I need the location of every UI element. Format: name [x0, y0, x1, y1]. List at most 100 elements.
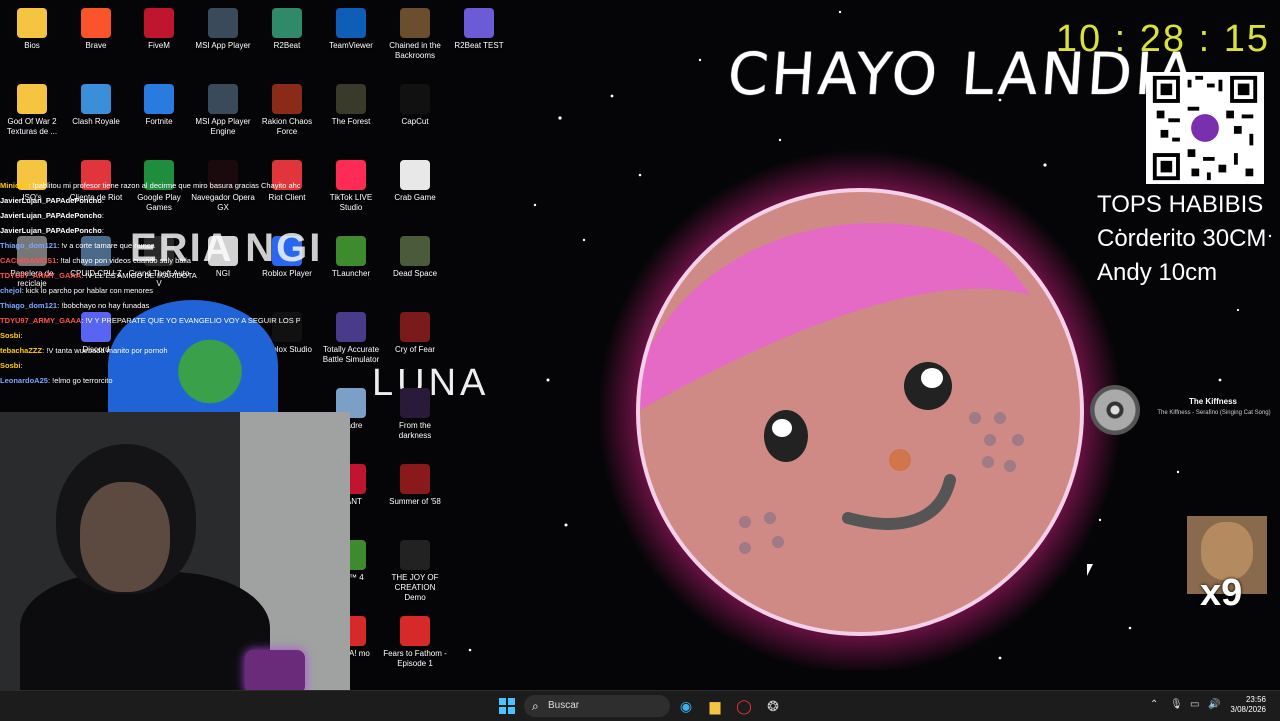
search-icon: ⌕ [532, 699, 539, 713]
chat-message: Thiago_dom121: !v a corte tamare que nun… [0, 238, 300, 253]
volume-icon[interactable]: 🔊 [1208, 699, 1220, 710]
app-icon [208, 84, 238, 114]
desktop-icon[interactable]: MSI App Player [191, 8, 255, 51]
chat-text: : !tal chayo pon videos cuando suly bail… [56, 256, 191, 265]
desktop-icon[interactable]: The Forest [319, 84, 383, 127]
app-icon [336, 160, 366, 190]
desktop-icon-label: Chained in the Backrooms [389, 41, 441, 60]
chat-username: Thiago_dom121 [0, 241, 58, 250]
now-playing-song: The Kiffness - Serafino (Singing Cat Son… [1157, 410, 1271, 416]
desktop-icon-label: THE JOY OF CREATION Demo [391, 573, 439, 602]
desktop-icon-label: TeamViewer [329, 41, 373, 50]
chat-username: chejol [0, 286, 22, 295]
app-icon [400, 236, 430, 266]
app-icon [144, 8, 174, 38]
desktop-icon[interactable]: God Of War 2 Texturas de ... [0, 84, 64, 137]
desktop-icon[interactable]: Summer of '58 [383, 464, 447, 507]
app-icon [336, 84, 366, 114]
microphone-tray-icon[interactable]: 🎙 [1170, 699, 1183, 710]
desktop-icon[interactable]: Fortnite [127, 84, 191, 127]
chat-username: JavierLujan_PAPAdePoncho [0, 211, 102, 220]
chat-message: CACHIGAMOS1: !tal chayo pon videos cuand… [0, 253, 300, 268]
desktop-icon[interactable]: Dead Space [383, 236, 447, 279]
opera-gx-icon[interactable]: ◯ [734, 696, 754, 716]
chat-text: : !elmo go terrorcito [47, 376, 113, 385]
display-icon[interactable]: ▭ [1190, 699, 1199, 710]
desktop-icon-label: Brave [85, 41, 107, 50]
chat-username: CACHIGAMOS1 [0, 256, 57, 265]
chat-text: : !V tanta wuebada manito por pornoh [42, 346, 168, 355]
desktop-icon[interactable]: Chained in the Backrooms [383, 8, 447, 61]
desktop-icon-label: Dead Space [392, 269, 438, 278]
vinyl-disc-icon [1090, 385, 1140, 435]
desktop-icon[interactable]: Fears to Fathom - Episode 1 [383, 616, 447, 669]
app-icon [208, 8, 238, 38]
desktop-icon[interactable]: FiveM [127, 8, 191, 51]
desktop-icon-label: Bios [24, 41, 40, 50]
desktop-icon-label: Fears to Fathom - Episode 1 [383, 649, 447, 668]
now-playing-widget: The Kiffness The Kiffness - Serafino (Si… [1086, 383, 1272, 437]
desktop-icon[interactable]: Bios [0, 8, 64, 51]
app-icon [400, 464, 430, 494]
chat-message: Sosbi: [0, 328, 300, 343]
desktop-icon-label: The Forest [331, 117, 371, 126]
desktop-icon-label: Totally Accurate Battle Simulator [322, 345, 380, 364]
app-icon [336, 8, 366, 38]
chat-text: : !V Y PREPARATE QUE YO EVANGELIO VOY A … [81, 316, 300, 325]
desktop-icon[interactable]: TLauncher [319, 236, 383, 279]
chat-text: : [101, 226, 104, 235]
taskbar-date: 3/08/2026 [1230, 705, 1266, 714]
desktop-icon[interactable]: MSI App Player Engine [191, 84, 255, 137]
chat-text: : [20, 331, 23, 340]
desktop-icon[interactable]: THE JOY OF CREATION Demo [383, 540, 447, 603]
app-icon [400, 616, 430, 646]
desktop-icon-label: FiveM [148, 41, 170, 50]
tops-item: Andy 10cm [1097, 259, 1218, 286]
desktop-icon-label: Summer of '58 [389, 497, 441, 506]
system-tray: ⌃ 🎙 ▭ 🔊 23:56 3/08/2026 [1140, 691, 1280, 721]
app-icon [400, 312, 430, 342]
chat-username: LeonardoA25 [0, 376, 48, 385]
windows-start-button[interactable] [499, 698, 515, 714]
chat-text: : kick lo parcho por hablar con menores [21, 286, 154, 295]
mouse-cursor-icon [1087, 564, 1093, 576]
webcam-person-face [80, 482, 170, 592]
chat-message: chejol: kick lo parcho por hablar con me… [0, 283, 300, 298]
app-icon [17, 8, 47, 38]
desktop-icon-label: CapCut [401, 117, 429, 126]
desktop-icon[interactable]: Crab Game [383, 160, 447, 203]
taskbar-search-box[interactable]: ⌕ Buscar [524, 695, 670, 717]
chat-message: JavierLujan_PAPAdePoncho: [0, 193, 300, 208]
chat-username: Sosbi [0, 361, 21, 370]
desktop-icon-label: TikTok LIVE Studio [329, 193, 373, 212]
desktop-icon-label: Cry of Fear [394, 345, 435, 354]
chat-text: : [101, 211, 104, 220]
desktop-icon[interactable]: R2Beat [255, 8, 319, 51]
desktop-icon[interactable]: Clash Royale [64, 84, 128, 127]
desktop-icon[interactable]: TeamViewer [319, 8, 383, 51]
desktop-icon[interactable]: R2Beat TEST [447, 8, 511, 51]
chat-message: TDYU97_ARMY_GAAA: !V Y PREPARATE QUE YO … [0, 313, 300, 328]
chat-text: : !V EL ES AMIGO DE IKARIDOTA [81, 271, 197, 280]
desktop-icon[interactable]: TikTok LIVE Studio [319, 160, 383, 213]
desktop-icon[interactable]: Totally Accurate Battle Simulator [319, 312, 383, 365]
desktop-icon[interactable]: Brave [64, 8, 128, 51]
chevron-up-icon[interactable]: ⌃ [1150, 699, 1158, 710]
desktop-icon[interactable]: CapCut [383, 84, 447, 127]
chat-message: Sosbi: [0, 358, 300, 373]
tops-heading: TOPS HABIBIS [1097, 191, 1264, 218]
app-icon [400, 8, 430, 38]
app-icon [272, 8, 302, 38]
taskbar-clock[interactable]: 23:56 3/08/2026 [1230, 695, 1266, 715]
desktop-icon[interactable]: Rakion Chaos Force [255, 84, 319, 137]
desktop-icon[interactable]: From the darkness [383, 388, 447, 441]
obs-icon[interactable]: ❂ [763, 696, 783, 716]
edge-browser-icon[interactable]: ◉ [676, 696, 696, 716]
chat-username: JavierLujan_PAPAdePoncho [0, 196, 102, 205]
yape-qr-code [1146, 72, 1264, 184]
chat-message: JavierLujan_PAPAdePoncho: [0, 223, 300, 238]
chat-username: Minioos [0, 181, 29, 190]
file-explorer-icon[interactable]: ▆ [705, 696, 725, 716]
app-icon [464, 8, 494, 38]
desktop-icon[interactable]: Cry of Fear [383, 312, 447, 355]
